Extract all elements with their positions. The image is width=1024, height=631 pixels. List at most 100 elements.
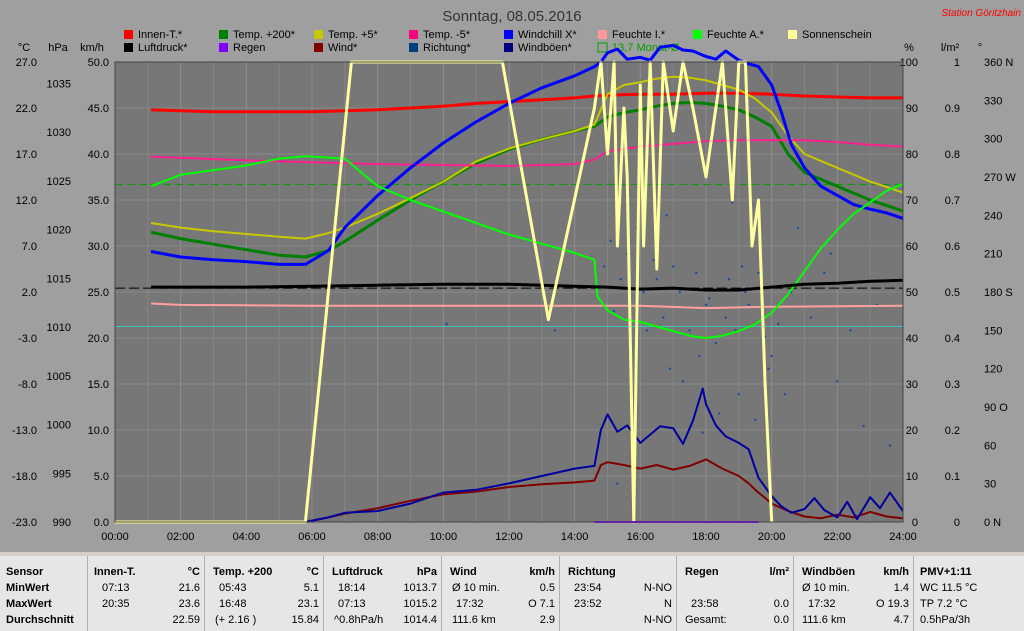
tick-direction: 60 — [984, 440, 996, 452]
tick-pressure: 1025 — [47, 176, 71, 188]
tick-rain: 0.1 — [945, 471, 960, 483]
richtung-dot — [724, 316, 727, 319]
richtung-dot — [668, 367, 672, 370]
tick-rain: 0.8 — [945, 149, 960, 161]
legend-item: Temp. -5* — [423, 29, 471, 41]
unit-wind: km/h — [529, 566, 555, 578]
table-col-sensor: Sensor MinWert MaxWert Durchschnitt — [0, 556, 86, 631]
luftdruck-max-val: 1015.2 — [403, 598, 437, 610]
richtung-dot — [862, 424, 865, 428]
richtung-dot — [823, 271, 826, 275]
tick-wind: 30.0 — [88, 241, 109, 253]
table-header-innen: Innen-T. — [94, 566, 136, 578]
pmv-r2: TP 7.2 °C — [920, 598, 968, 610]
legend-item: Temp. +5* — [328, 29, 379, 41]
legend-item: Feuchte I.* — [612, 29, 666, 41]
richtung-dot — [783, 393, 786, 396]
tick-humidity: 100 — [900, 57, 918, 69]
tick-rain: 0.2 — [945, 425, 960, 437]
tick-rain: 0 — [954, 517, 960, 529]
tick-direction: 330 — [984, 95, 1002, 107]
tick-wind: 35.0 — [88, 195, 109, 207]
wind-r1-label: Ø 10 min. — [452, 582, 500, 594]
tick-direction: 180 S — [984, 287, 1013, 299]
tick-rain: 0.3 — [945, 379, 960, 391]
tick-x: 12:00 — [495, 531, 523, 543]
luftdruck-avg-val: 1014.4 — [403, 614, 437, 626]
tick-x: 16:00 — [627, 531, 655, 543]
table-header-wind: Wind — [450, 566, 477, 578]
innen-max-time: 20:35 — [102, 598, 130, 610]
richtung-dot — [717, 412, 721, 415]
luftdruck-max-time: 07:13 — [338, 598, 366, 610]
regen-r3-label: Gesamt: — [685, 614, 727, 626]
richtung-dot — [662, 316, 665, 319]
tick-temp_c: -23.0 — [12, 517, 37, 529]
pmv-r3: 0.5hPa/3h — [920, 614, 971, 626]
richtung-r2-label: 23:52 — [574, 598, 602, 610]
tick-temp_c: 12.0 — [16, 195, 37, 207]
tick-temp_c: 27.0 — [16, 57, 37, 69]
tick-direction: 300 — [984, 134, 1002, 146]
tick-pressure: 1005 — [47, 371, 71, 383]
richtung-r3-val: N-NO — [643, 614, 672, 626]
richtung-r1-label: 23:54 — [574, 582, 602, 594]
tick-pressure: 1015 — [47, 273, 71, 285]
richtung-dot — [737, 393, 741, 396]
richtung-dot — [612, 309, 616, 313]
legend-item: Innen-T.* — [138, 29, 183, 41]
richtung-dot — [701, 431, 704, 434]
legend-item: Windchill X* — [518, 29, 577, 41]
table-header-regen: Regen — [685, 566, 719, 578]
richtung-dot — [731, 201, 734, 204]
regen-r2-val: 0.0 — [773, 598, 789, 610]
richtung-dot — [708, 297, 711, 300]
tick-humidity: 30 — [906, 379, 918, 391]
legend-swatch — [124, 43, 133, 52]
station-label: Station Göritzhain — [942, 8, 1022, 19]
tick-x: 00:00 — [101, 531, 129, 543]
weather-chart: Sonntag, 08.05.2016 Station Göritzhain Inn… — [0, 0, 1024, 552]
richtung-dot — [603, 265, 606, 268]
windboeen-r2-label: 17:32 — [808, 598, 836, 610]
legend-item: Sonnenschein — [802, 29, 872, 41]
richtung-dot — [671, 265, 675, 268]
chart-canvas: Sonntag, 08.05.2016 Station Göritzhain Inn… — [12, 8, 1022, 543]
tick-direction: 90 O — [984, 402, 1008, 414]
richtung-dot — [744, 290, 747, 294]
temp200-avg-extra: (+ 2.16 ) — [215, 614, 257, 626]
richtung-dot — [757, 271, 760, 275]
table-col-innen: Innen-T. °C 07:13 21.6 20:35 23.6 22.59 — [87, 556, 204, 631]
tick-wind: 50.0 — [88, 57, 109, 69]
tick-wind: 5.0 — [94, 471, 109, 483]
row-label-max: MaxWert — [6, 598, 52, 610]
tick-direction: 210 — [984, 249, 1002, 261]
tick-rain: 0.6 — [945, 241, 960, 253]
legend-swatch — [409, 43, 418, 52]
tick-direction: 30 — [984, 479, 996, 491]
tick-wind: 45.0 — [88, 103, 109, 115]
richtung-dot — [609, 239, 612, 243]
table-header-sensor: Sensor — [6, 566, 44, 578]
richtung-dot — [740, 265, 744, 268]
tick-direction: 150 — [984, 325, 1002, 337]
unit-temp200: °C — [306, 566, 319, 578]
unit-windboeen: km/h — [883, 566, 909, 578]
richtung-dot — [714, 341, 718, 345]
legend-swatch — [598, 30, 607, 39]
tick-pressure: 1030 — [47, 127, 71, 139]
table-col-windboeen: Windböen km/h Ø 10 min. 1.4 17:32 O 19.3… — [793, 556, 913, 631]
tick-x: 02:00 — [167, 531, 195, 543]
tick-pressure: 990 — [53, 517, 71, 529]
richtung-dot — [829, 252, 832, 255]
richtung-dot — [665, 214, 668, 217]
richtung-dot — [777, 322, 780, 326]
windboeen-r3-label: 111.6 km — [802, 614, 846, 626]
innen-min-val: 21.6 — [178, 582, 200, 594]
tick-x: 22:00 — [824, 531, 852, 543]
richtung-dot — [767, 367, 770, 370]
tick-x: 10:00 — [430, 531, 458, 543]
innen-avg-val: 22.59 — [172, 614, 200, 626]
tick-rain: 0.4 — [945, 333, 960, 345]
tick-humidity: 10 — [906, 471, 918, 483]
